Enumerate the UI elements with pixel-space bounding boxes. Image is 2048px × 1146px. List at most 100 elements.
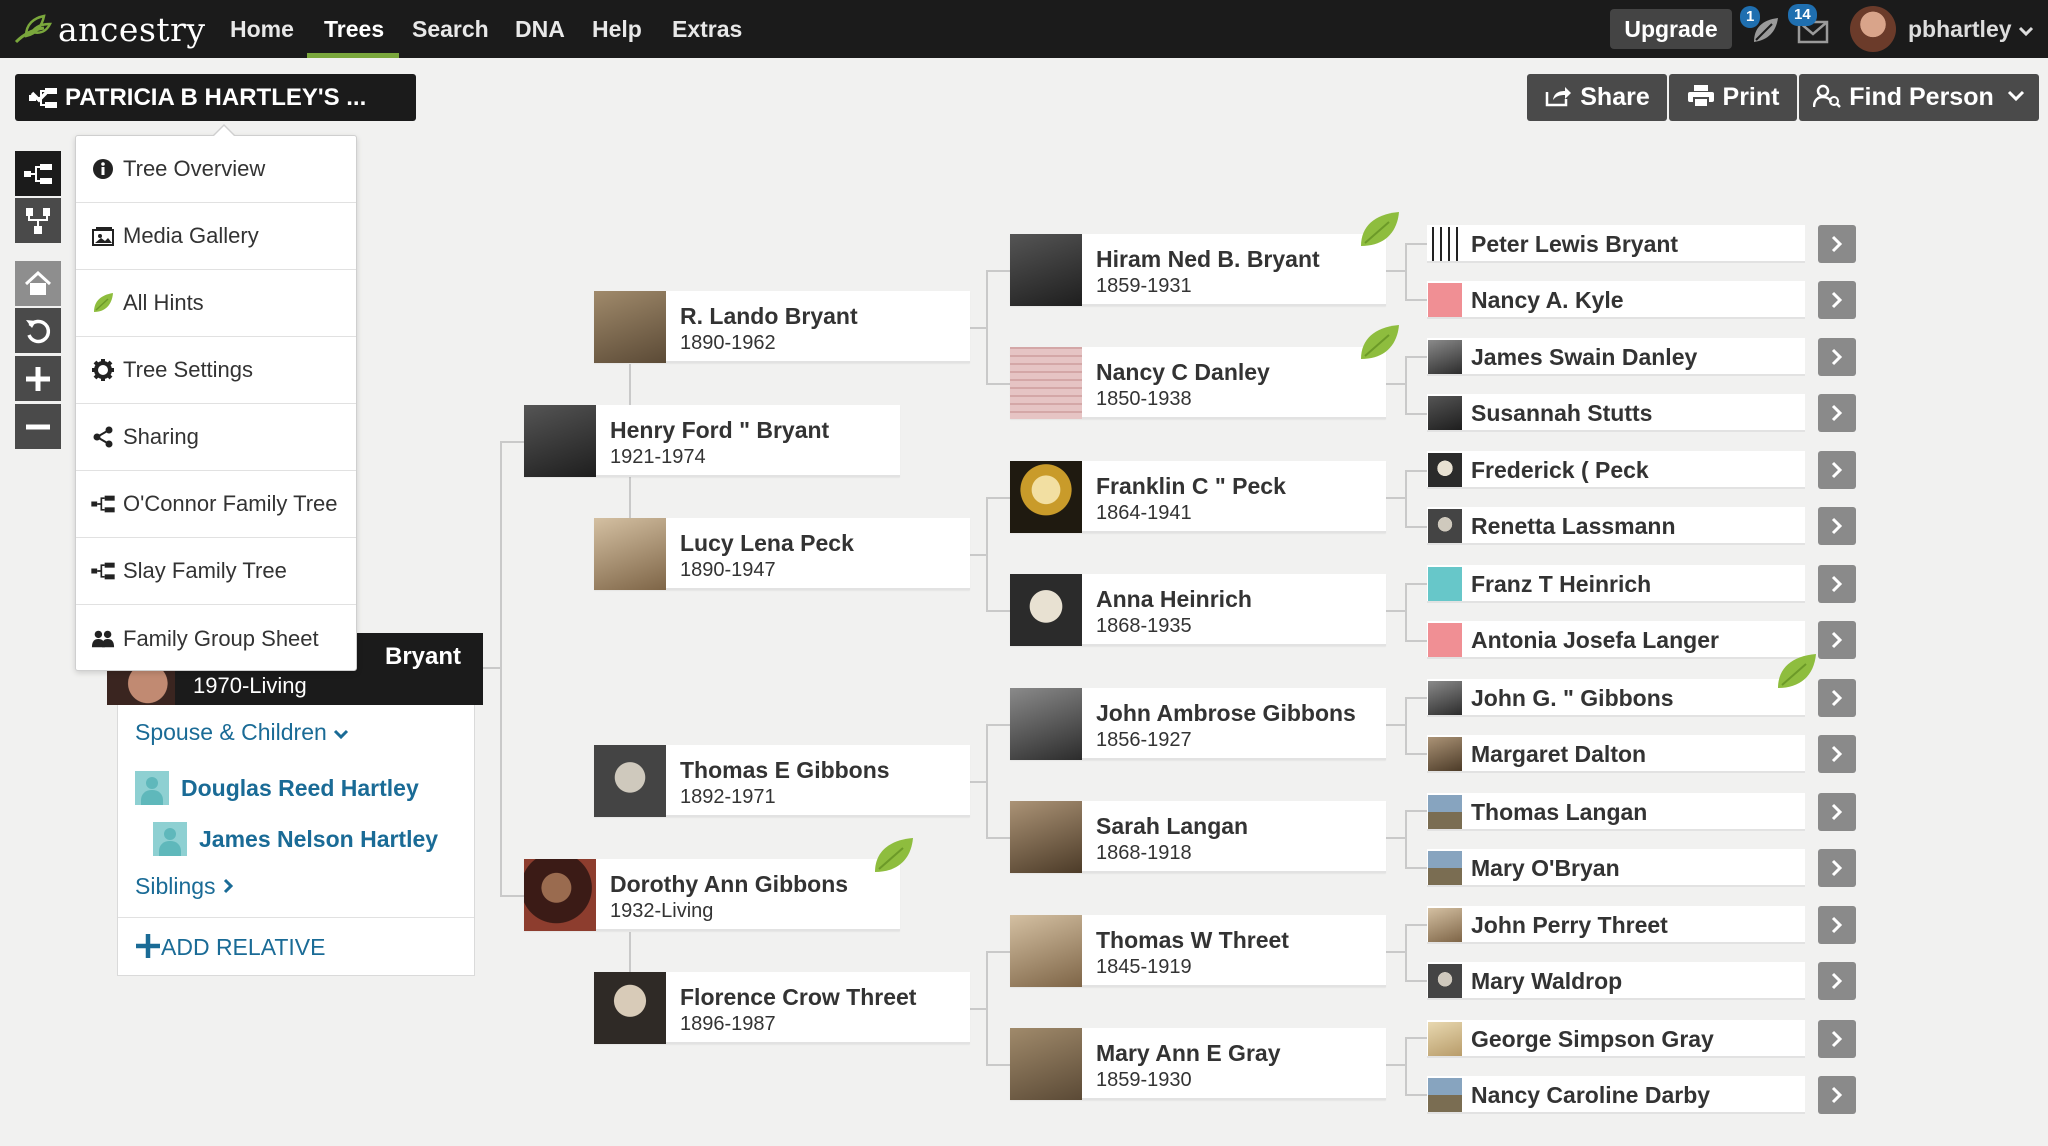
pedigree-view-button[interactable]: [15, 151, 61, 196]
chevron-right-icon: [1831, 689, 1843, 707]
expand-arrow-button[interactable]: [1818, 849, 1856, 887]
print-button[interactable]: Print: [1669, 74, 1797, 121]
expand-arrow-button[interactable]: [1818, 507, 1856, 545]
person-card-gg-grandparent[interactable]: Thomas Langan: [1427, 793, 1805, 831]
nav-search[interactable]: Search: [412, 0, 489, 58]
nav-home[interactable]: Home: [230, 0, 294, 58]
person-card-great-grandparent[interactable]: Hiram Ned B. Bryant 1859-1931: [1010, 234, 1386, 306]
expand-arrow-button[interactable]: [1818, 338, 1856, 376]
expand-arrow-button[interactable]: [1818, 679, 1856, 717]
user-avatar[interactable]: [1850, 6, 1896, 52]
person-card-gg-grandparent[interactable]: James Swain Danley: [1427, 338, 1805, 376]
menu-item-oconnor-family-tree[interactable]: O'Connor Family Tree: [76, 471, 356, 538]
person-card-great-grandparent[interactable]: Franklin C " Peck 1864-1941: [1010, 461, 1386, 533]
menu-item-media-gallery[interactable]: Media Gallery: [76, 203, 356, 270]
menu-item-tree-overview[interactable]: Tree Overview: [76, 136, 356, 203]
expand-arrow-button[interactable]: [1818, 565, 1856, 603]
expand-arrow-button[interactable]: [1818, 621, 1856, 659]
connector: [1386, 270, 1406, 272]
connector: [1405, 243, 1427, 245]
person-card-maternal-grandmother[interactable]: Florence Crow Threet 1896-1987: [594, 972, 970, 1044]
expand-arrow-button[interactable]: [1818, 394, 1856, 432]
person-card-gg-grandparent[interactable]: Peter Lewis Bryant: [1427, 225, 1805, 263]
person-years: 1932-Living: [610, 900, 714, 922]
person-card-gg-grandparent[interactable]: Margaret Dalton: [1427, 735, 1805, 773]
expand-arrow-button[interactable]: [1818, 735, 1856, 773]
connector: [1405, 697, 1427, 699]
person-card-gg-grandparent[interactable]: Antonia Josefa Langer: [1427, 621, 1805, 659]
expand-arrow-button[interactable]: [1818, 225, 1856, 263]
nav-dna[interactable]: DNA: [515, 0, 565, 58]
add-relative-button[interactable]: ADD RELATIVE: [135, 933, 325, 961]
person-card-great-grandparent[interactable]: Sarah Langan 1868-1918: [1010, 801, 1386, 873]
person-card-great-grandparent[interactable]: John Ambrose Gibbons 1856-1927: [1010, 688, 1386, 760]
person-card-great-grandparent[interactable]: Anna Heinrich 1868-1935: [1010, 574, 1386, 646]
expand-arrow-button[interactable]: [1818, 1020, 1856, 1058]
connector: [1386, 837, 1406, 839]
hint-leaf-icon[interactable]: [1357, 210, 1401, 250]
person-card-great-grandparent[interactable]: Thomas W Threet 1845-1919: [1010, 915, 1386, 987]
hint-leaf-icon[interactable]: [1357, 323, 1401, 363]
person-years: 1892-1971: [680, 786, 776, 808]
person-card-paternal-grandmother[interactable]: Lucy Lena Peck 1890-1947: [594, 518, 970, 590]
expand-arrow-button[interactable]: [1818, 906, 1856, 944]
person-card-gg-grandparent[interactable]: Frederick ( Peck: [1427, 451, 1805, 489]
hint-leaf-icon[interactable]: [871, 836, 915, 876]
person-card-gg-grandparent[interactable]: Franz T Heinrich: [1427, 565, 1805, 603]
menu-item-family-group-sheet[interactable]: Family Group Sheet: [76, 605, 356, 672]
person-card-gg-grandparent[interactable]: Nancy A. Kyle: [1427, 281, 1805, 319]
siblings-link[interactable]: Siblings: [135, 873, 234, 900]
person-card-father[interactable]: Henry Ford " Bryant 1921-1974: [524, 405, 900, 477]
person-card-gg-grandparent[interactable]: Mary Waldrop: [1427, 962, 1805, 1000]
upgrade-button[interactable]: Upgrade: [1610, 9, 1732, 49]
username-menu[interactable]: pbhartley: [1908, 0, 2034, 58]
child-link[interactable]: James Nelson Hartley: [153, 822, 438, 856]
spouse-children-toggle[interactable]: Spouse & Children: [135, 719, 349, 746]
family-view-button[interactable]: [15, 198, 61, 243]
connector: [1405, 583, 1407, 641]
connector: [1405, 810, 1407, 868]
person-card-maternal-grandfather[interactable]: Thomas E Gibbons 1892-1971: [594, 745, 970, 817]
add-relative-label: ADD RELATIVE: [161, 934, 326, 960]
reset-view-button[interactable]: [15, 308, 61, 353]
person-card-gg-grandparent[interactable]: Susannah Stutts: [1427, 394, 1805, 432]
home-person-button[interactable]: [15, 261, 61, 306]
menu-item-sharing[interactable]: Sharing: [76, 404, 356, 471]
person-name: Anna Heinrich: [1096, 586, 1252, 612]
person-card-mother[interactable]: Dorothy Ann Gibbons 1932-Living: [524, 859, 900, 931]
tree-selector[interactable]: PATRICIA B HARTLEY'S ...: [15, 74, 416, 121]
share-button[interactable]: Share: [1527, 74, 1667, 121]
person-card-gg-grandparent[interactable]: John G. " Gibbons: [1427, 679, 1805, 717]
hint-leaf-icon[interactable]: [1774, 652, 1818, 692]
person-photo: [1428, 795, 1462, 829]
expand-arrow-button[interactable]: [1818, 451, 1856, 489]
person-years: 1859-1930: [1096, 1069, 1192, 1091]
person-card-paternal-grandfather[interactable]: R. Lando Bryant 1890-1962: [594, 291, 970, 363]
spouse-link[interactable]: Douglas Reed Hartley: [135, 771, 419, 805]
person-card-gg-grandparent[interactable]: Nancy Caroline Darby: [1427, 1076, 1805, 1114]
nav-help[interactable]: Help: [592, 0, 642, 58]
person-card-great-grandparent[interactable]: Nancy C Danley 1850-1938: [1010, 347, 1386, 419]
person-photo: [1428, 908, 1462, 942]
zoom-in-button[interactable]: [15, 356, 61, 401]
family-view-icon: [26, 207, 50, 234]
person-years: 1859-1931: [1096, 275, 1192, 297]
person-card-gg-grandparent[interactable]: John Perry Threet: [1427, 906, 1805, 944]
find-person-button[interactable]: Find Person: [1799, 74, 2039, 121]
menu-item-tree-settings[interactable]: Tree Settings: [76, 337, 356, 404]
expand-arrow-button[interactable]: [1818, 962, 1856, 1000]
person-card-gg-grandparent[interactable]: George Simpson Gray: [1427, 1020, 1805, 1058]
person-card-great-grandparent[interactable]: Mary Ann E Gray 1859-1930: [1010, 1028, 1386, 1100]
ancestry-logo[interactable]: ancestry: [14, 9, 206, 49]
person-card-gg-grandparent[interactable]: Mary O'Bryan: [1427, 849, 1805, 887]
person-years: 1896-1987: [680, 1013, 776, 1035]
menu-item-slay-family-tree[interactable]: Slay Family Tree: [76, 538, 356, 605]
expand-arrow-button[interactable]: [1818, 281, 1856, 319]
person-card-gg-grandparent[interactable]: Renetta Lassmann: [1427, 507, 1805, 545]
expand-arrow-button[interactable]: [1818, 1076, 1856, 1114]
expand-arrow-button[interactable]: [1818, 793, 1856, 831]
menu-item-all-hints[interactable]: All Hints: [76, 270, 356, 337]
nav-extras[interactable]: Extras: [672, 0, 742, 58]
zoom-out-button[interactable]: [15, 404, 61, 449]
nav-trees[interactable]: Trees: [324, 0, 384, 58]
